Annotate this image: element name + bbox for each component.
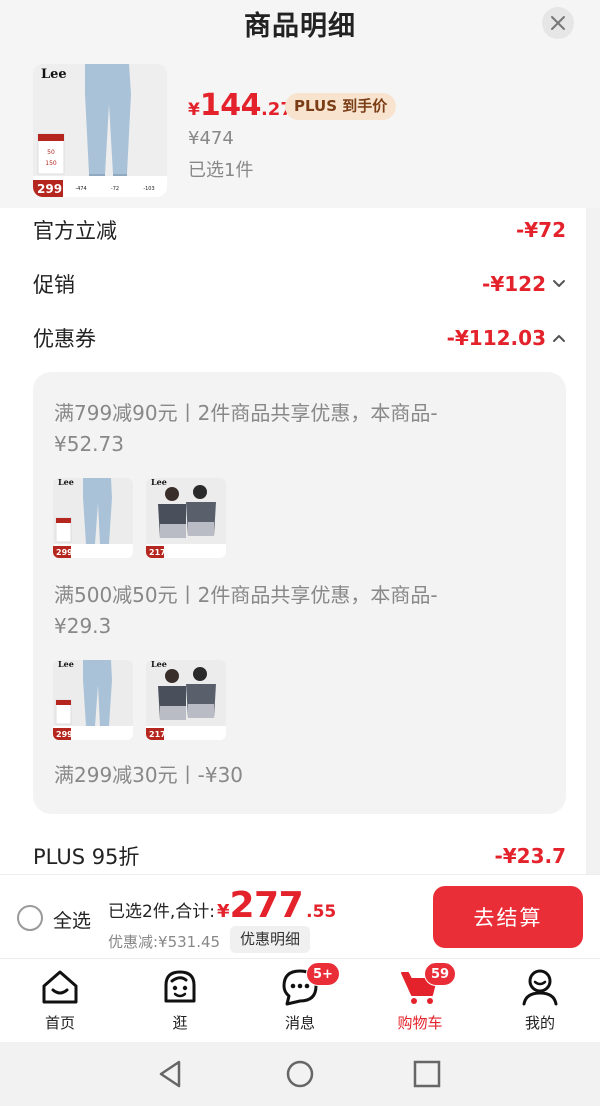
nav-item-profile[interactable]: 我的 — [480, 959, 600, 1043]
checkout-button[interactable]: 去结算 — [433, 886, 583, 948]
promo-value-group: -¥122 — [482, 272, 566, 296]
jeans-product-image: 50 150 -474 -72 -103 — [33, 64, 167, 197]
final-price: ¥ 144 .27 — [188, 88, 293, 123]
svg-text:Lee: Lee — [151, 478, 167, 487]
coupon-label: 优惠券 — [33, 327, 96, 351]
coupon-rule-1: 满799减90元丨2件商品共享优惠，本商品-¥52.73 — [54, 401, 438, 456]
coupon-list: 满799减90元丨2件商品共享优惠，本商品-¥52.73 Lee 299 Lee… — [33, 372, 566, 814]
nav-label-profile: 我的 — [524, 1014, 555, 1032]
discount-detail-button[interactable]: 优惠明细 — [230, 926, 311, 953]
product-image[interactable]: 50 150 -474 -72 -103 Lee 299 — [33, 64, 167, 197]
message-badge: 5+ — [306, 962, 340, 986]
thumb-price: 299 — [56, 730, 73, 739]
nav-label-messages: 消息 — [284, 1014, 315, 1032]
nav-item-browse[interactable]: 逛 — [120, 959, 240, 1043]
home-icon — [42, 970, 78, 1004]
svg-text:-103: -103 — [143, 186, 154, 192]
official-discount-label: 官方立减 — [33, 219, 117, 243]
system-nav-bar — [0, 1042, 600, 1106]
svg-text:Lee: Lee — [58, 478, 74, 487]
back-icon[interactable] — [155, 1058, 187, 1090]
coupon-1-product-jeans[interactable]: Lee 299 — [53, 478, 133, 558]
coupon-2-product-jeans[interactable]: Lee 299 — [53, 660, 133, 740]
profile-icon — [522, 969, 558, 1006]
checkout-bar: 全选 已选2件,合计: ¥ 277 .55 优惠减:¥531.45 优惠明细 去… — [0, 874, 600, 958]
promo-label: 促销 — [33, 273, 75, 297]
promo-value: -¥122 — [482, 272, 546, 296]
plus-price-badge: PLUS 到手价 — [285, 93, 397, 120]
page-title: 商品明细 — [244, 11, 356, 42]
total-summary: 已选2件,合计: ¥ 277 .55 — [108, 885, 336, 926]
coupon-row[interactable]: 优惠券 -¥112.03 — [33, 318, 566, 358]
thumb-price: 299 — [37, 182, 63, 196]
svg-text:-72: -72 — [111, 186, 119, 192]
home-circle-icon[interactable] — [284, 1058, 316, 1090]
thumb-price: 217 — [149, 730, 166, 739]
plus-discount-label: PLUS 95折 — [33, 845, 140, 869]
selected-count: 已选1件 — [188, 160, 254, 181]
bottom-nav: 首页 逛 5+ 消息 59 购物车 我的 — [0, 958, 600, 1042]
coupon-rule-3: 满299减30元丨-¥30 — [54, 763, 244, 787]
coupon-value-group: -¥112.03 — [447, 326, 566, 350]
nav-label-home: 首页 — [44, 1014, 75, 1032]
total-decimal: .55 — [306, 902, 337, 922]
plus-discount-row: PLUS 95折 -¥23.7 — [33, 836, 566, 874]
nav-item-cart[interactable]: 59 购物车 — [360, 959, 480, 1043]
nav-label-browse: 逛 — [172, 1014, 188, 1032]
nav-label-cart: 购物车 — [397, 1014, 443, 1032]
thumb-price: 217 — [149, 548, 166, 557]
total-integer: 277 — [229, 885, 304, 926]
brand-logo: Lee — [41, 67, 67, 82]
official-discount-row: 官方立减 -¥72 — [33, 210, 566, 250]
price-currency: ¥ — [188, 100, 200, 120]
cart-badge: 59 — [424, 962, 457, 986]
svg-text:50: 50 — [47, 149, 55, 156]
coupon-2-product-tshirt[interactable]: Lee 217 — [146, 660, 226, 740]
svg-text:-474: -474 — [75, 186, 86, 192]
coupon-rule-2: 满500减50元丨2件商品共享优惠，本商品-¥29.3 — [54, 583, 438, 638]
price-integer: 144 — [199, 88, 262, 123]
svg-text:Lee: Lee — [151, 660, 167, 669]
coupon-1-product-tshirt[interactable]: Lee 217 — [146, 478, 226, 558]
tshirt-thumbnail-icon: Lee — [146, 660, 226, 740]
chevron-up-icon — [553, 335, 565, 342]
nav-item-messages[interactable]: 5+ 消息 — [240, 959, 360, 1043]
close-icon — [551, 16, 565, 30]
promo-row[interactable]: 促销 -¥122 — [33, 264, 566, 304]
sheet-header: 商品明细 50 150 -474 -72 -103 Lee 299 ¥ 144 … — [0, 0, 600, 208]
thumb-price: 299 — [56, 548, 73, 557]
tshirt-thumbnail-icon: Lee — [146, 478, 226, 558]
official-discount-value: -¥72 — [515, 218, 566, 242]
discount-total: 优惠减:¥531.45 — [108, 933, 221, 951]
discount-detail-panel[interactable]: 官方立减 -¥72 促销 -¥122 优惠券 -¥112.03 满799减90元… — [0, 208, 586, 874]
select-all-checkbox[interactable] — [17, 905, 43, 931]
total-currency: ¥ — [216, 901, 230, 922]
original-price: ¥474 — [188, 128, 234, 149]
chevron-down-icon — [553, 280, 565, 287]
summary-prefix: 已选2件,合计: — [108, 902, 215, 922]
browse-icon — [164, 970, 196, 1003]
coupon-value: -¥112.03 — [446, 326, 546, 350]
plus-discount-value: -¥23.7 — [494, 844, 566, 868]
svg-text:150: 150 — [45, 160, 57, 167]
close-button[interactable] — [542, 7, 574, 39]
jeans-thumbnail-icon: Lee — [53, 660, 133, 740]
select-all-label[interactable]: 全选 — [53, 906, 91, 933]
nav-item-home[interactable]: 首页 — [0, 959, 120, 1043]
recents-icon[interactable] — [411, 1058, 443, 1090]
jeans-thumbnail-icon: Lee — [53, 478, 133, 558]
svg-text:Lee: Lee — [58, 660, 74, 669]
